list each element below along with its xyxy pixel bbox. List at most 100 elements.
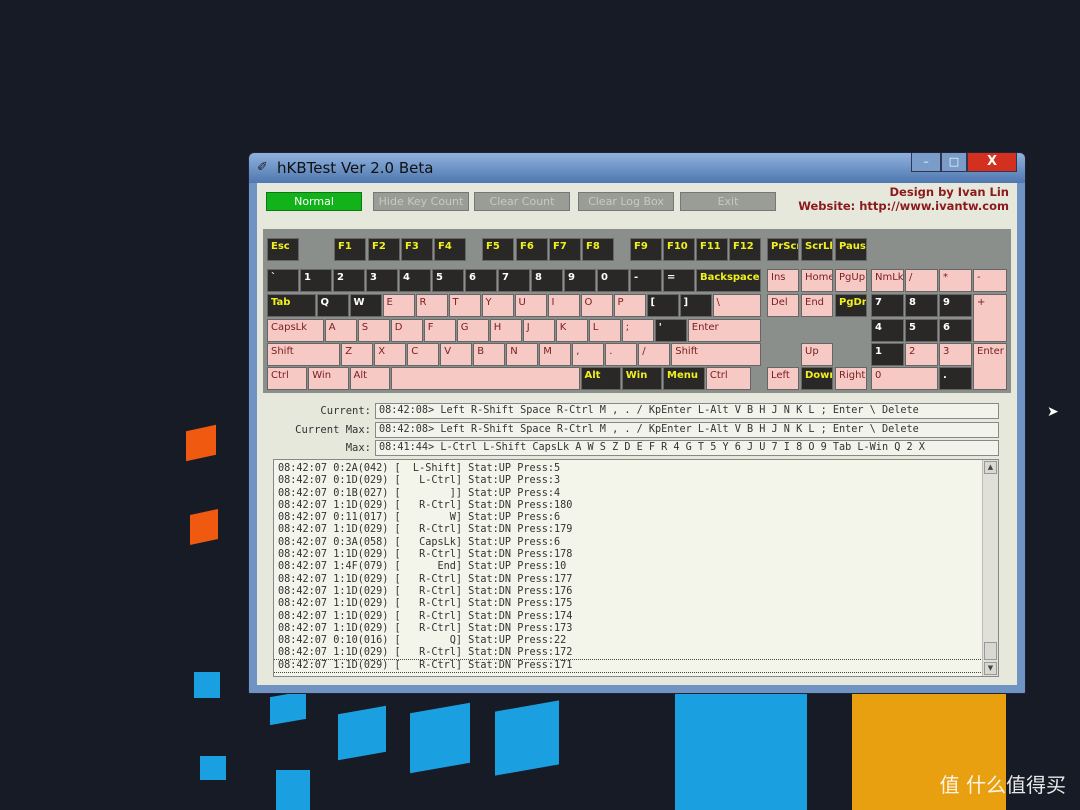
key-c: C [407,343,440,366]
key-j: J [522,319,555,342]
key-v: V [440,343,473,366]
key-: / [638,343,671,366]
key-right: Right [835,367,867,390]
log-entry[interactable]: 08:42:07 1:4F(079) [ End] Stat:UP Press:… [274,561,998,573]
log-scrollbar[interactable]: ▲ ▼ [982,460,998,676]
key-end: End [801,294,833,317]
key-7: 7 [498,269,530,292]
log-entry[interactable]: 08:42:07 1:1D(029) [ R-Ctrl] Stat:DN Pre… [274,658,998,674]
client-area: Normal Hide Key Count Clear Count Clear … [257,183,1017,685]
key-8: 8 [531,269,563,292]
current-max-label: Current Max: [295,424,371,436]
key-nmlk: NmLk [871,269,904,292]
log-entry[interactable]: 08:42:07 1:1D(029) [ R-Ctrl] Stat:DN Pre… [274,586,998,598]
log-entry[interactable]: 08:42:07 1:1D(029) [ R-Ctrl] Stat:DN Pre… [274,524,998,536]
key-ins: Ins [767,269,799,292]
key-enter: Enter [687,319,761,342]
key-f3: F3 [401,238,433,261]
key-: . [939,367,972,390]
log-entry[interactable]: 08:42:07 1:1D(029) [ R-Ctrl] Stat:DN Pre… [274,574,998,586]
key-f10: F10 [663,238,695,261]
log-entry[interactable]: 08:42:07 0:2A(042) [ L-Shift] Stat:UP Pr… [274,463,998,475]
key-up: Up [801,343,833,366]
key-alt: Alt [580,367,621,390]
key-pgup: PgUp [835,269,867,292]
key-capslk: CapsLk [267,319,324,342]
key-: ` [267,269,299,292]
key-r: R [415,294,448,317]
desktop-tile [675,692,807,810]
clear-log-box-button[interactable]: Clear Log Box [578,192,674,211]
key-9: 9 [939,294,972,317]
log-entry[interactable]: 08:42:07 0:3A(058) [ CapsLk] Stat:UP Pre… [274,537,998,549]
key-1: 1 [300,269,332,292]
key-0: 0 [871,367,938,390]
key-: ; [621,319,654,342]
key-m: M [539,343,572,366]
minimize-button[interactable]: – [911,153,941,172]
key-5: 5 [905,319,938,342]
key-4: 4 [871,319,904,342]
scroll-down-icon[interactable]: ▼ [984,662,997,675]
log-entry[interactable]: 08:42:07 0:11(017) [ W] Stat:UP Press:6 [274,512,998,524]
max-label: Max: [345,442,371,454]
key-6: 6 [939,319,972,342]
key-a: A [324,319,357,342]
key-b: B [473,343,506,366]
log-entry[interactable]: 08:42:07 1:1D(029) [ R-Ctrl] Stat:DN Pre… [274,500,998,512]
key-: - [973,269,1007,292]
desktop-tile [495,700,559,776]
close-button[interactable]: X [967,153,1017,172]
normal-button[interactable]: Normal [266,192,362,211]
key-e: E [382,294,415,317]
key-w: W [349,294,382,317]
key-home: Home [801,269,833,292]
key-f8: F8 [582,238,614,261]
log-entry[interactable]: 08:42:07 1:1D(029) [ R-Ctrl] Stat:DN Pre… [274,647,998,659]
clear-count-button[interactable]: Clear Count [474,192,570,211]
key-s: S [357,319,390,342]
log-entry[interactable]: 08:42:07 1:1D(029) [ R-Ctrl] Stat:DN Pre… [274,611,998,623]
log-box[interactable]: 08:42:07 0:2A(042) [ L-Shift] Stat:UP Pr… [273,459,999,677]
log-entry[interactable]: 08:42:07 0:1B(027) [ ]] Stat:UP Press:4 [274,488,998,500]
designer-credit: Design by Ivan Lin [889,185,1009,199]
key-t: T [448,294,481,317]
key-: / [905,269,938,292]
scroll-up-icon[interactable]: ▲ [984,461,997,474]
key-d: D [390,319,423,342]
key-f9: F9 [630,238,662,261]
key-g: G [456,319,489,342]
desktop-tile [186,424,216,462]
key-z: Z [341,343,374,366]
key-: , [572,343,605,366]
key-left: Left [767,367,799,390]
watermark: 值 什么值得买 [939,773,1066,797]
key-backspace: Backspace [696,269,761,292]
scroll-thumb[interactable] [984,642,997,660]
key-shift: Shift [671,343,761,366]
maximize-button[interactable]: □ [941,153,967,172]
key-3: 3 [939,343,972,366]
mouse-cursor-icon: ➤ [1047,404,1059,420]
key-f2: F2 [368,238,400,261]
website-link[interactable]: Website: http://www.ivantw.com [798,199,1009,213]
key-4: 4 [399,269,431,292]
key-: ] [679,294,712,317]
key-: * [939,269,972,292]
log-entry[interactable]: 08:42:07 0:1D(029) [ L-Ctrl] Stat:UP Pre… [274,475,998,487]
key-alt: Alt [349,367,390,390]
key-space [390,367,580,390]
key-ctrl: Ctrl [267,367,308,390]
key-: . [605,343,638,366]
title-bar[interactable]: ✐ hKBTest Ver 2.0 Beta – □ X [249,153,1025,183]
key-f12: F12 [729,238,761,261]
log-entry[interactable]: 08:42:07 1:1D(029) [ R-Ctrl] Stat:DN Pre… [274,549,998,561]
key-5: 5 [432,269,464,292]
key-esc: Esc [267,238,299,261]
log-entry[interactable]: 08:42:07 1:1D(029) [ R-Ctrl] Stat:DN Pre… [274,598,998,610]
exit-button[interactable]: Exit [680,192,776,211]
max-field: 08:41:44> L-Ctrl L-Shift CapsLk A W S Z … [375,440,999,456]
log-entry[interactable]: 08:42:07 0:10(016) [ Q] Stat:UP Press:22 [274,635,998,647]
log-entry[interactable]: 08:42:07 1:1D(029) [ R-Ctrl] Stat:DN Pre… [274,623,998,635]
hide-key-count-button[interactable]: Hide Key Count [373,192,469,211]
